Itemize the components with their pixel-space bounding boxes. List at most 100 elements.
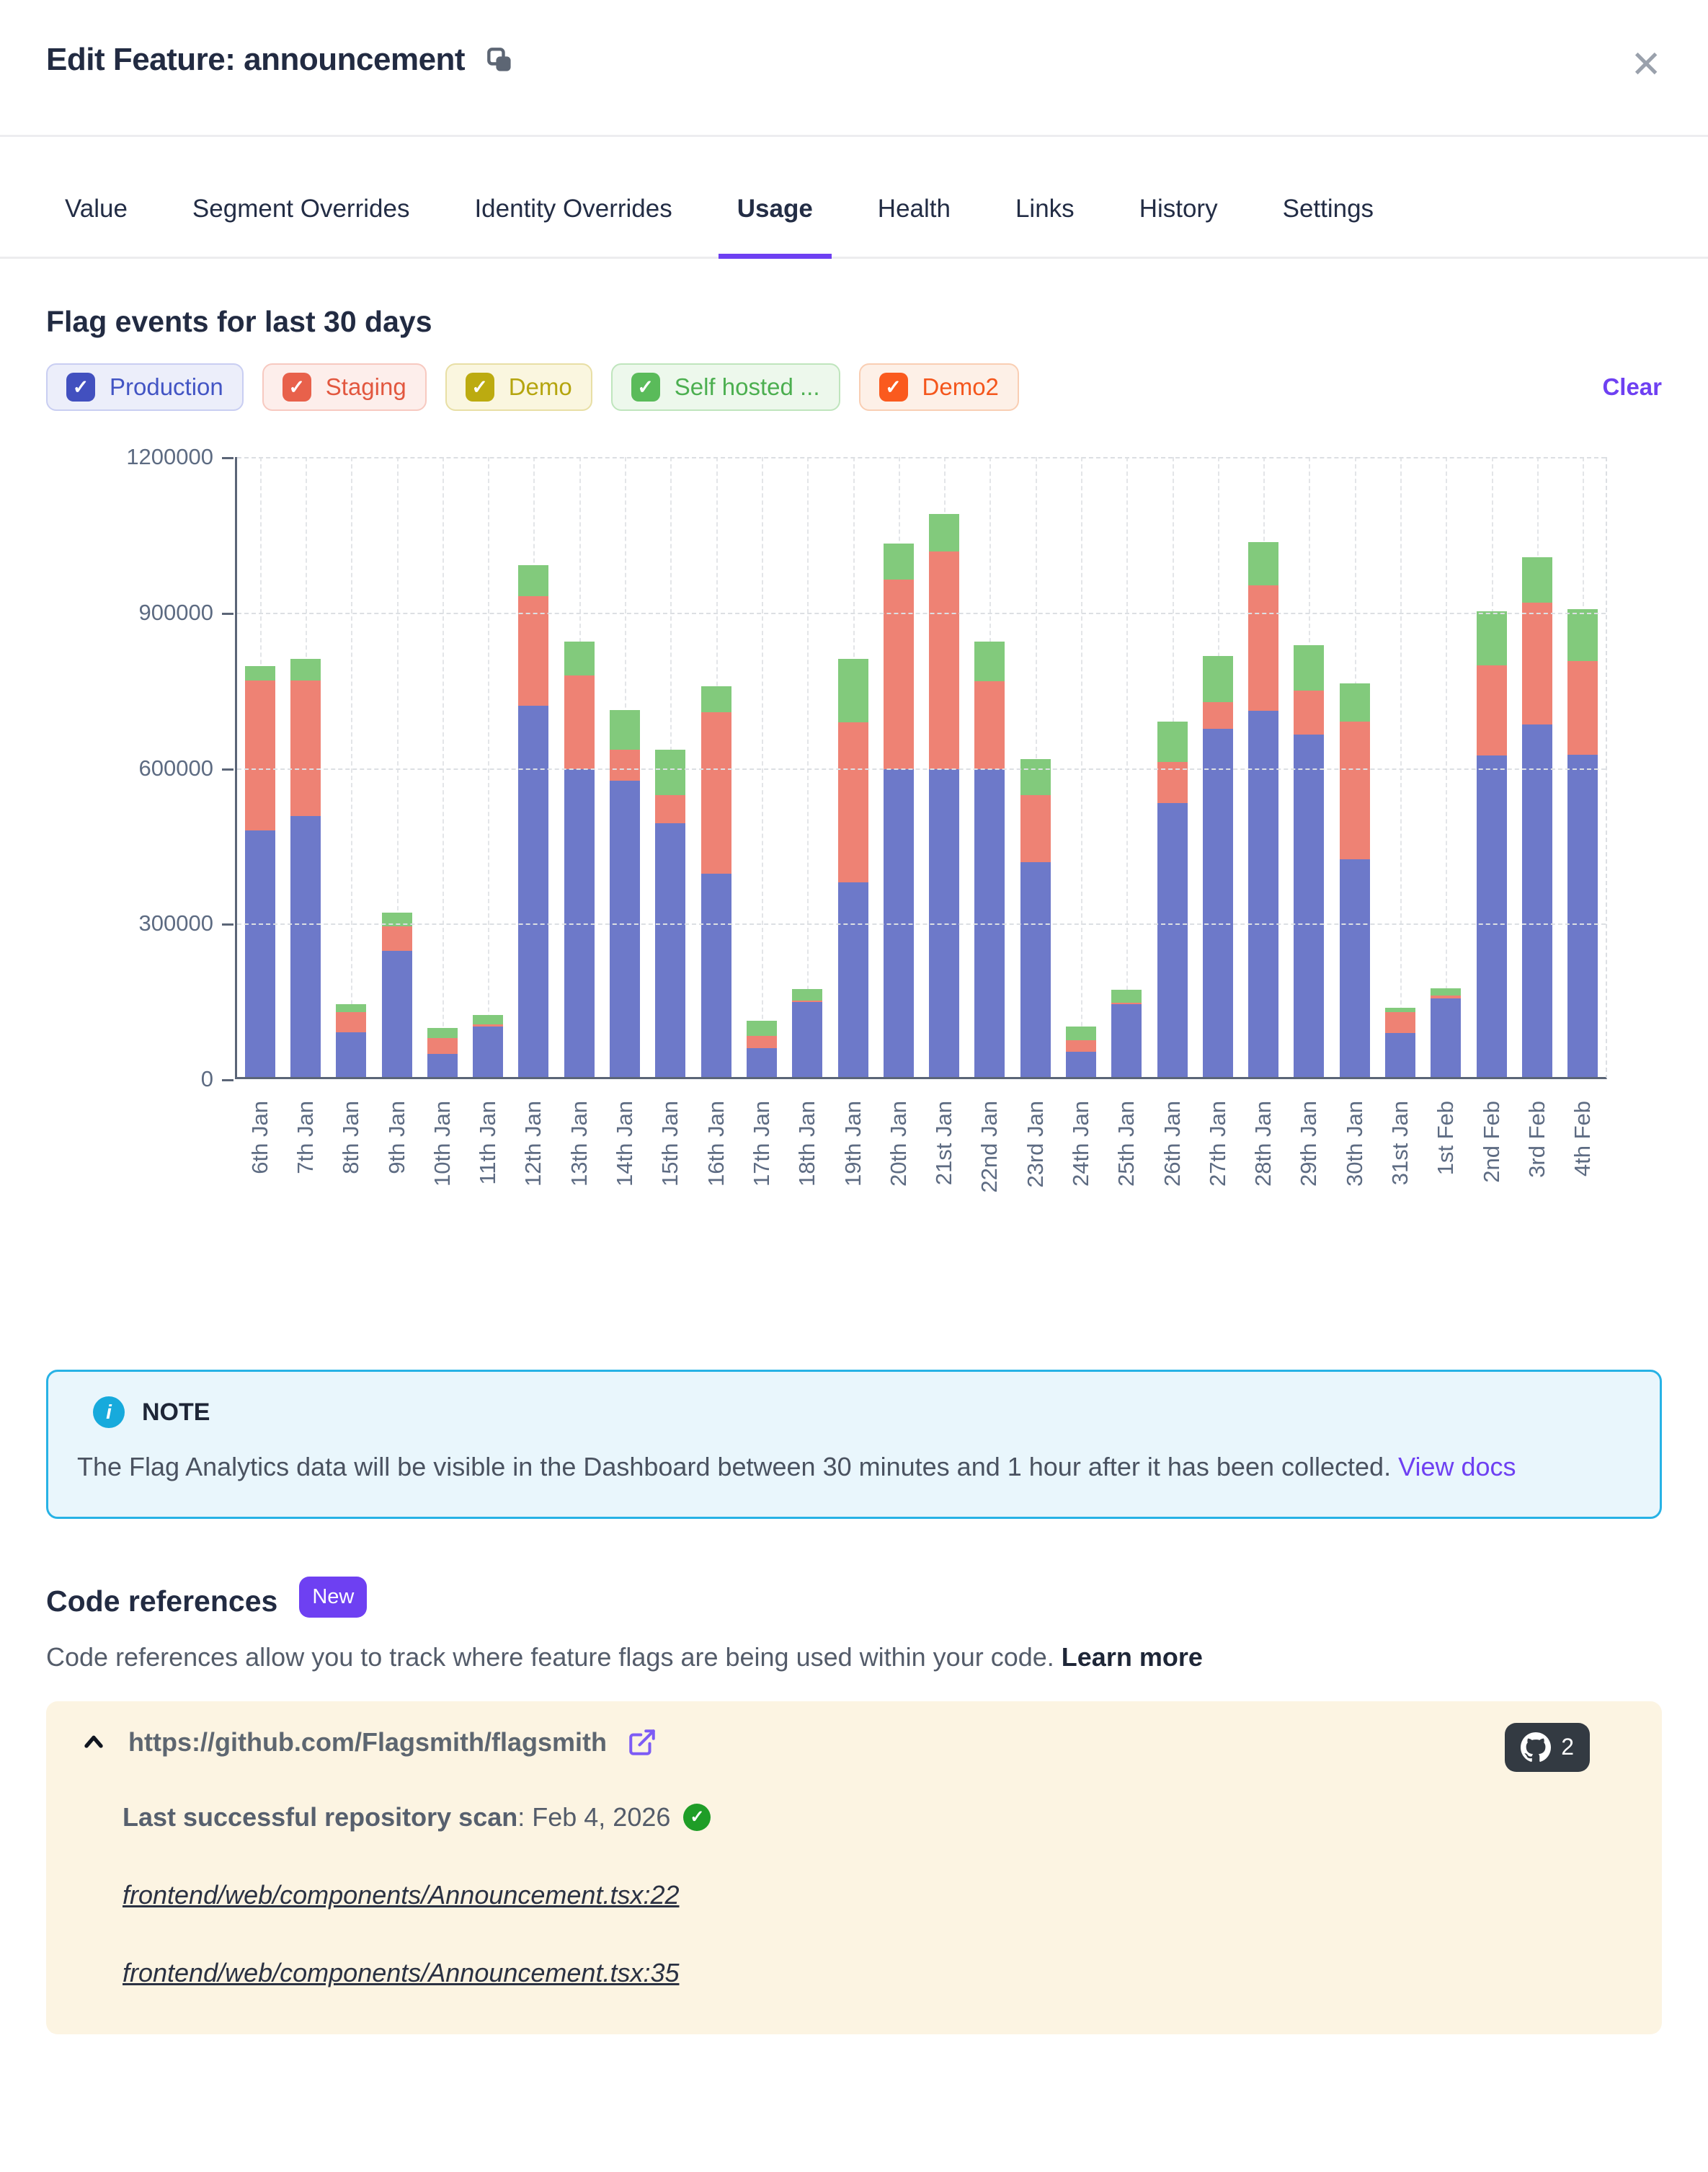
bar-25th-jan[interactable] [1111,990,1142,1077]
bar-21st-jan[interactable] [929,514,959,1077]
staging-segment [382,926,412,951]
tab-health[interactable]: Health [859,182,969,259]
x-axis-tick-label: 23rd Jan [1023,1101,1049,1188]
learn-more-link[interactable]: Learn more [1062,1642,1203,1672]
filter-chip-production[interactable]: ✓Production [46,363,244,411]
modal-header: Edit Feature: announcement ✕ [0,0,1708,137]
repo-url-link[interactable]: https://github.com/Flagsmith/flagsmith [128,1727,607,1757]
bar-7th-jan[interactable] [290,659,321,1077]
bar-13th-jan[interactable] [564,642,595,1077]
bar-6th-jan[interactable] [245,666,275,1077]
plot-area: 6th Jan7th Jan8th Jan9th Jan10th Jan11th… [235,457,1607,1079]
tab-identity-overrides[interactable]: Identity Overrides [455,182,690,259]
bar-16th-jan[interactable] [701,686,731,1077]
bar-10th-jan[interactable] [427,1028,458,1077]
checkbox-icon[interactable]: ✓ [466,373,494,402]
tab-settings[interactable]: Settings [1264,182,1392,259]
environment-chips: ✓Production✓Staging✓Demo✓Self hosted ...… [46,363,1019,411]
last-scan-row: Last successful repository scan: Feb 4, … [123,1802,1629,1832]
production-segment [518,706,548,1077]
bar-3rd-feb[interactable] [1522,557,1552,1077]
filter-chip-staging[interactable]: ✓Staging [262,363,427,411]
filter-chip-label: Demo [509,373,572,401]
bar-14th-jan[interactable] [610,710,640,1077]
tab-value[interactable]: Value [46,182,146,259]
bar-12th-jan[interactable] [518,565,548,1077]
self-hosted-segment [1248,542,1278,585]
staging-segment [610,750,640,781]
vertical-gridline [1446,457,1447,1077]
github-count-badge[interactable]: 2 [1505,1723,1590,1772]
staging-segment [336,1012,366,1032]
bar-slot: 4th Feb [1560,457,1606,1077]
filter-chip-demo[interactable]: ✓ Demo [445,363,592,411]
collapse-chevron-up-icon[interactable] [79,1728,108,1757]
production-segment [792,1002,822,1077]
production-segment [1248,711,1278,1077]
x-axis-tick-label: 4th Feb [1570,1101,1596,1176]
bar-31st-jan[interactable] [1385,1008,1415,1077]
staging-segment [1385,1012,1415,1033]
bar-19th-jan[interactable] [838,659,868,1077]
staging-segment [838,722,868,882]
tab-history[interactable]: History [1121,182,1237,259]
bar-24th-jan[interactable] [1066,1027,1096,1077]
bar-slot: 1st Feb [1423,457,1469,1077]
checkbox-icon[interactable]: ✓ [879,373,908,402]
bar-30th-jan[interactable] [1340,683,1370,1077]
bar-26th-jan[interactable] [1157,722,1188,1077]
bar-22nd-jan[interactable] [974,642,1005,1077]
checkbox-icon[interactable]: ✓ [283,373,311,402]
bar-17th-jan[interactable] [747,1021,777,1077]
bar-11th-jan[interactable] [473,1015,503,1077]
staging-segment [1294,691,1324,735]
view-docs-link[interactable]: View docs [1398,1452,1516,1481]
code-reference-link[interactable]: frontend/web/components/Announcement.tsx… [123,1880,680,1910]
bar-18th-jan[interactable] [792,989,822,1077]
self-hosted-segment [1157,722,1188,762]
self-hosted-segment [792,989,822,1001]
info-icon: i [93,1396,125,1428]
bar-1st-feb[interactable] [1431,988,1461,1077]
bar-2nd-feb[interactable] [1477,611,1507,1077]
checkbox-icon[interactable]: ✓ [66,373,95,402]
bar-15th-jan[interactable] [655,750,685,1078]
bar-29th-jan[interactable] [1294,645,1324,1077]
bar-9th-jan[interactable] [382,913,412,1077]
environment-filter-row: ✓Production✓Staging✓Demo✓Self hosted ...… [46,363,1662,411]
filter-chip-self-hosted[interactable]: ✓Self hosted ... [611,363,840,411]
tab-segment-overrides[interactable]: Segment Overrides [174,182,429,259]
bar-4th-feb[interactable] [1567,609,1598,1077]
last-scan-label: Last successful repository scan [123,1802,517,1832]
close-icon[interactable]: ✕ [1630,46,1662,84]
x-axis-tick-label: 15th Jan [657,1101,683,1187]
filter-chip-demo2[interactable]: ✓ Demo2 [859,363,1019,411]
staging-segment [655,795,685,824]
vertical-gridline [442,457,444,1077]
bar-28th-jan[interactable] [1248,542,1278,1077]
x-axis-tick-label: 6th Jan [247,1101,273,1174]
clear-filters-link[interactable]: Clear [1602,373,1662,401]
production-segment [610,781,640,1077]
self-hosted-segment [1567,609,1598,662]
external-link-icon[interactable] [627,1727,657,1757]
staging-segment [427,1038,458,1054]
filter-chip-label: Demo2 [922,373,999,401]
tab-links[interactable]: Links [997,182,1093,259]
checkbox-icon[interactable]: ✓ [631,373,660,402]
bar-slot: 2nd Feb [1469,457,1514,1077]
copy-icon[interactable] [484,44,515,76]
bar-8th-jan[interactable] [336,1004,366,1077]
page-title: Edit Feature: announcement [46,42,465,78]
code-references-section: Code references New Code references allo… [0,1581,1708,2034]
bar-slot: 12th Jan [511,457,556,1077]
bar-23rd-jan[interactable] [1020,759,1051,1077]
bar-27th-jan[interactable] [1203,656,1233,1077]
code-reference-link[interactable]: frontend/web/components/Announcement.tsx… [123,1958,680,1988]
note-body: The Flag Analytics data will be visible … [77,1447,1628,1488]
bar-20th-jan[interactable] [884,544,914,1077]
staging-segment [1522,603,1552,724]
staging-segment [747,1036,777,1048]
x-axis-tick-label: 30th Jan [1342,1101,1368,1187]
tab-usage[interactable]: Usage [719,182,832,259]
